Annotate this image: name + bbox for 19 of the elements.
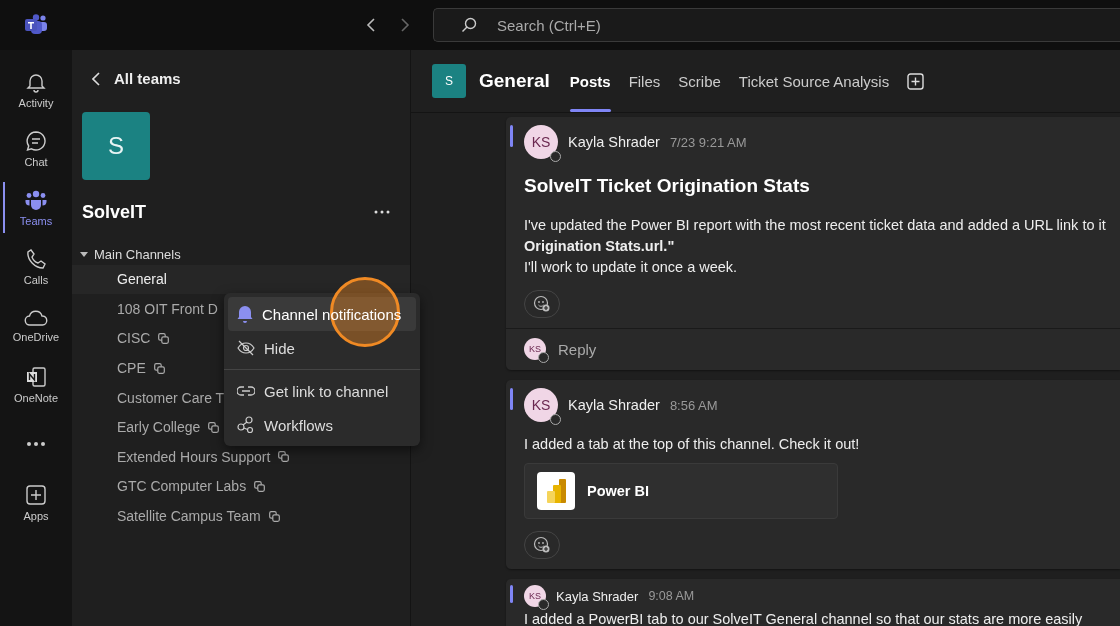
team-name: SolveIT [82,201,147,223]
avatar: KS [524,388,558,422]
avatar: KS [524,125,558,159]
timestamp: 7/23 9:21 AM [669,134,747,150]
avatar: KS [524,585,546,607]
timestamp: 9:08 AM [648,589,695,603]
message-text: Origination Stats.url." [524,237,676,256]
author-name: Kayla Shrader [568,397,660,413]
message-text: I'll work to update it once a week. [524,258,739,277]
author-name: Kayla Shrader [556,588,639,604]
avatar: KS [524,338,546,360]
message-text: I added a tab at the top of this channel. Check it out! [524,435,861,454]
channel-title: General [479,70,550,92]
team-avatar: S [82,111,150,180]
post-title: SolveIT Ticket Origination Stats [524,175,811,197]
timestamp: 8:56 AM [669,397,718,413]
message-text: I've updated the Power BI report with the most recent ticket data and added a URL link to it [524,216,1107,235]
author-name: Kayla Shrader [568,134,660,150]
channel-avatar: S [432,64,466,98]
